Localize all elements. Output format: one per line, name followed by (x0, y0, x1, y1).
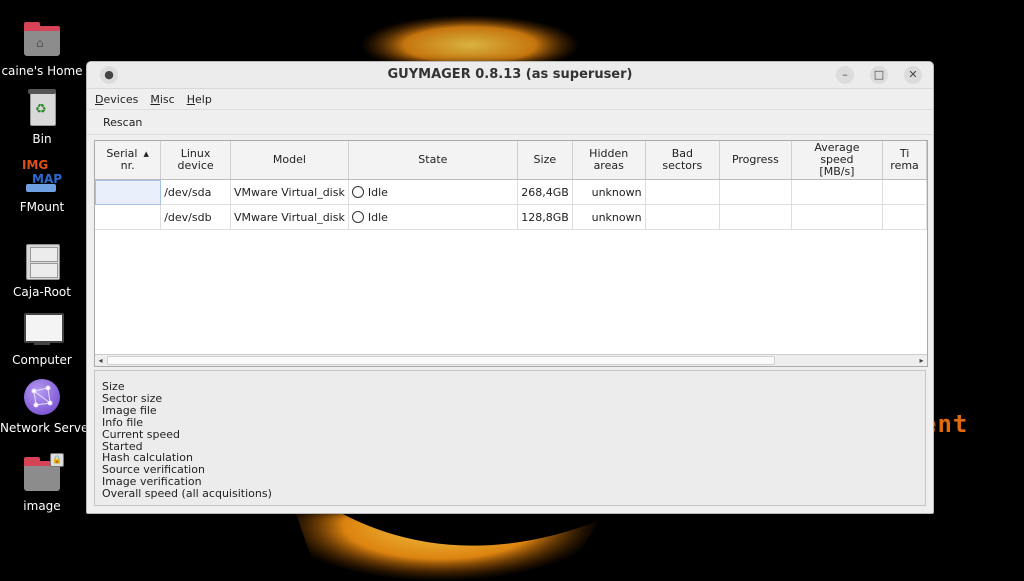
info-field-label: Started (102, 439, 143, 453)
info-field-label: Current speed (102, 427, 181, 441)
scroll-right-icon[interactable]: ▸ (916, 355, 927, 366)
title-bar[interactable]: ● GUYMAGER 0.8.13 (as superuser) – □ ✕ (87, 62, 933, 89)
close-button[interactable]: ✕ (904, 66, 922, 84)
column-header-serial[interactable]: Serial ▲ nr. (95, 141, 162, 180)
desktop-icon-label: Network Servers (0, 421, 100, 435)
scroll-left-icon[interactable]: ◂ (95, 355, 106, 366)
cell-size[interactable]: 128,8GB (517, 204, 573, 230)
toolbar: Rescan (87, 109, 933, 135)
desktop-icon-computer[interactable]: Computer (0, 309, 84, 367)
desktop-icon-fmount[interactable]: IMG MAP FMount (0, 156, 84, 214)
table-row[interactable]: /dev/sda VMware Virtual_disk Idle 268,4G… (95, 179, 927, 205)
desktop-icon-label: Computer (12, 353, 72, 367)
cell-bad-sectors[interactable] (645, 179, 721, 205)
column-header-progress[interactable]: Progress (719, 141, 792, 180)
desktop-icon-bin[interactable]: ♻ Bin (0, 88, 84, 146)
cell-time-remaining[interactable] (882, 204, 927, 230)
column-header-size[interactable]: Size (517, 141, 573, 180)
info-field-label: Source verification (102, 463, 205, 477)
column-header-hidden-areas[interactable]: Hidden areas (572, 141, 646, 180)
cell-state[interactable]: Idle (348, 204, 518, 230)
window-title: GUYMAGER 0.8.13 (as superuser) (387, 67, 633, 82)
desktop-icon-caja-root[interactable]: Caja-Root (0, 241, 84, 299)
desktop-icon-label: image (23, 499, 61, 513)
rescan-button[interactable]: Rescan (103, 116, 142, 129)
devices-table: Serial ▲ nr. Linux device Model State Size … (94, 140, 928, 367)
desktop-icon-label: Bin (32, 132, 52, 146)
guymager-window: ● GUYMAGER 0.8.13 (as superuser) – □ ✕ D… (86, 61, 934, 514)
cell-time-remaining[interactable] (882, 179, 927, 205)
fmount-icon: IMG MAP (22, 156, 62, 196)
device-info-pane: Size Sector size Image file Info file Cu… (94, 370, 926, 506)
info-field-label: Image file (102, 403, 157, 417)
menu-misc[interactable]: Misc (150, 93, 174, 106)
cell-average-speed[interactable] (791, 204, 884, 230)
desktop-icon-label: Caja-Root (13, 285, 71, 299)
lock-icon: 🔒 (50, 453, 64, 467)
cell-size[interactable]: 268,4GB (517, 179, 573, 205)
cell-state[interactable]: Idle (348, 179, 518, 205)
cell-device[interactable]: /dev/sdb (160, 204, 231, 230)
menu-bar: Devices Misc Help (87, 89, 933, 109)
locked-folder-icon: 🔒 (22, 453, 64, 495)
trash-bin-icon: ♻ (22, 88, 62, 128)
cell-serial[interactable] (95, 179, 162, 205)
desktop-icon-label: caine's Home (1, 64, 83, 78)
scrollbar-thumb[interactable] (107, 356, 775, 365)
desktop-icon-image[interactable]: 🔒 image (0, 453, 84, 513)
info-field-label: Overall speed (all acquisitions) (102, 487, 272, 501)
cell-model[interactable]: VMware Virtual_disk (230, 179, 349, 205)
info-field-label: Hash calculation (102, 451, 193, 465)
cell-hidden-areas[interactable]: unknown (572, 179, 646, 205)
cell-progress[interactable] (719, 179, 792, 205)
cell-bad-sectors[interactable] (645, 204, 721, 230)
cell-serial[interactable] (95, 204, 162, 230)
column-header-average-speed[interactable]: Average speed [MB/s] (791, 141, 884, 180)
column-header-state[interactable]: State (348, 141, 518, 180)
sort-ascending-icon: ▲ (143, 150, 149, 158)
cell-progress[interactable] (719, 204, 792, 230)
minimize-button[interactable]: – (836, 66, 854, 84)
horizontal-scrollbar[interactable]: ◂ ▸ (95, 354, 927, 366)
table-row[interactable]: /dev/sdb VMware Virtual_disk Idle 128,8G… (95, 204, 927, 230)
cell-model[interactable]: VMware Virtual_disk (230, 204, 349, 230)
file-cabinet-icon (22, 241, 62, 281)
minimize-icon: – (842, 68, 848, 81)
computer-icon (22, 309, 64, 349)
close-icon: ✕ (908, 68, 918, 81)
column-header-time-remaining[interactable]: Ti rema (882, 141, 927, 180)
state-radio-icon (351, 185, 364, 198)
state-radio-icon (351, 210, 364, 223)
menu-devices[interactable]: Devices (95, 93, 138, 106)
desktop-icon-network-servers[interactable]: Network Servers (0, 377, 100, 435)
menu-help[interactable]: Help (187, 93, 212, 106)
maximize-icon: □ (873, 68, 885, 81)
cell-hidden-areas[interactable]: unknown (572, 204, 646, 230)
cell-average-speed[interactable] (791, 179, 884, 205)
desktop-icon-label: FMount (19, 200, 65, 214)
desktop-icon-home[interactable]: ⌂ caine's Home (0, 20, 84, 78)
info-field-label: Size (102, 380, 125, 393)
cell-device[interactable]: /dev/sda (160, 179, 231, 205)
column-header-bad-sectors[interactable]: Bad sectors (645, 141, 721, 180)
info-field-label: Info file (102, 415, 144, 429)
column-header-model[interactable]: Model (230, 141, 349, 180)
home-folder-icon: ⌂ (22, 20, 62, 60)
network-globe-icon (22, 377, 62, 417)
maximize-button[interactable]: □ (870, 66, 888, 84)
info-field-label: Sector size (102, 391, 163, 405)
column-header-linux-device[interactable]: Linux device (160, 141, 231, 180)
